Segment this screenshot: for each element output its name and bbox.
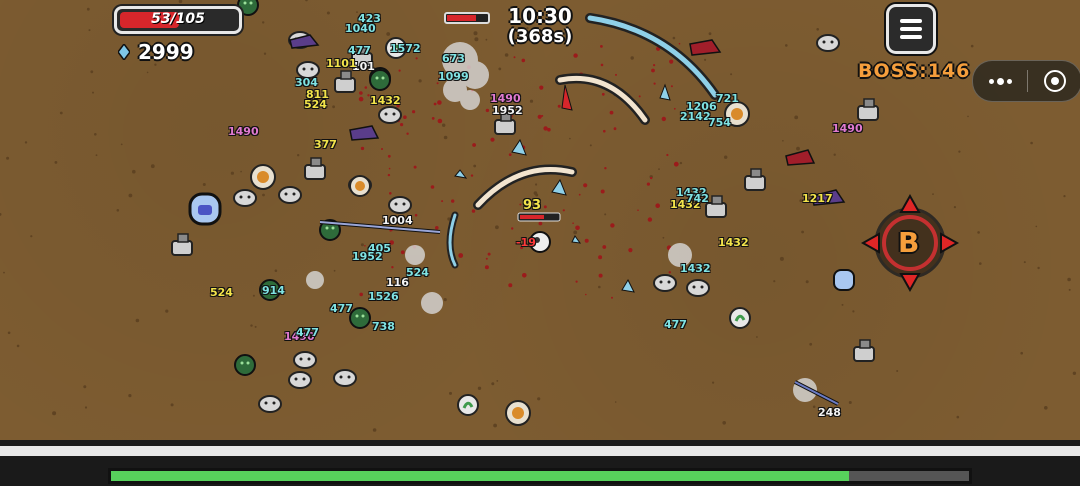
damage-number: 1490 <box>832 122 863 135</box>
damage-number: 673 <box>442 52 465 65</box>
target-circle-icon[interactable] <box>1028 61 1080 101</box>
boss-marker-letter: B <box>898 226 920 259</box>
enemy-sprite <box>234 354 256 376</box>
damage-number: -19 <box>516 236 536 249</box>
enemy-sprite <box>171 233 193 256</box>
damage-number: 1432 <box>370 94 401 107</box>
damage-number: 524 <box>304 98 327 111</box>
damage-number: 1101 <box>326 57 357 70</box>
game-timer: 10:30 (368s) <box>500 4 580 47</box>
white-strip <box>0 446 1080 456</box>
experience-bar <box>108 468 972 484</box>
enemy-sprite <box>686 279 710 297</box>
scythe-slash <box>446 13 720 269</box>
damage-number: 1432 <box>680 262 711 275</box>
enemy-sprite <box>288 371 312 389</box>
enemy-sprite <box>278 186 302 204</box>
diamond-gem-icon <box>118 44 130 60</box>
player-hp-bar: 53/105 <box>114 6 242 34</box>
enemy-sprite <box>857 98 879 121</box>
enemy-sprite <box>816 34 840 52</box>
damage-number: 1490 <box>228 125 259 138</box>
enemy-sprite <box>729 307 751 329</box>
enemy-sprite <box>457 394 479 416</box>
gem-counter: 2999 <box>118 40 194 64</box>
special-enemies <box>188 34 855 426</box>
gem-count: 2999 <box>138 40 194 64</box>
enemy-sprite <box>233 189 257 207</box>
enemy-sprite <box>378 106 402 124</box>
damage-number: 1952 <box>352 250 383 263</box>
hp-text: 53/105 <box>151 11 205 27</box>
damage-number: 1217 <box>802 192 833 205</box>
xp-fill <box>111 471 849 481</box>
timer-seconds: (368s) <box>507 26 573 47</box>
damage-number: 248 <box>818 406 841 419</box>
damage-number: 477 <box>664 318 687 331</box>
damage-number: 477 <box>348 44 371 57</box>
enemy-sprite <box>258 395 282 413</box>
boss-counter: BOSS:146 <box>858 60 971 82</box>
enemy-sprite <box>388 196 412 214</box>
player-hit-number: 93 <box>523 198 542 213</box>
damage-number: 742 <box>686 192 709 205</box>
damage-number: 1432 <box>718 236 749 249</box>
more-dots-icon[interactable] <box>973 61 1027 101</box>
hamburger-menu-icon[interactable] <box>886 4 936 54</box>
damage-number: 754 <box>708 116 731 129</box>
enemy-sprite <box>349 307 371 329</box>
enemy-sprite <box>705 195 727 218</box>
enemy-sprite <box>853 339 875 362</box>
enemy-sprite <box>304 157 326 180</box>
boss-hp-mini-bar <box>444 12 490 24</box>
damage-number: 914 <box>262 284 285 297</box>
damage-number: 1526 <box>368 290 399 303</box>
damage-number: 1572 <box>390 42 421 55</box>
damage-number: 1004 <box>382 214 413 227</box>
enemy-sprite <box>369 69 391 91</box>
red-blade <box>561 84 573 111</box>
damage-number: 738 <box>372 320 395 333</box>
damage-number: 377 <box>314 138 337 151</box>
enemy-sprite <box>653 274 677 292</box>
mini-program-capsule <box>972 60 1080 102</box>
enemy-sprite <box>333 369 357 387</box>
damage-number: 524 <box>406 266 429 279</box>
damage-number: 477 <box>296 326 319 339</box>
damage-number: 1952 <box>492 104 523 117</box>
enemy-sprite <box>293 351 317 369</box>
damage-number: 524 <box>210 286 233 299</box>
damage-number: 1099 <box>438 70 469 83</box>
damage-number: 721 <box>716 92 739 105</box>
damage-number: 477 <box>330 302 353 315</box>
damage-number: 1040 <box>345 22 376 35</box>
timer-clock: 10:30 <box>508 4 572 28</box>
enemy-sprite <box>334 70 356 93</box>
damage-number: 1206 <box>686 100 717 113</box>
enemy-sprite <box>744 168 766 191</box>
